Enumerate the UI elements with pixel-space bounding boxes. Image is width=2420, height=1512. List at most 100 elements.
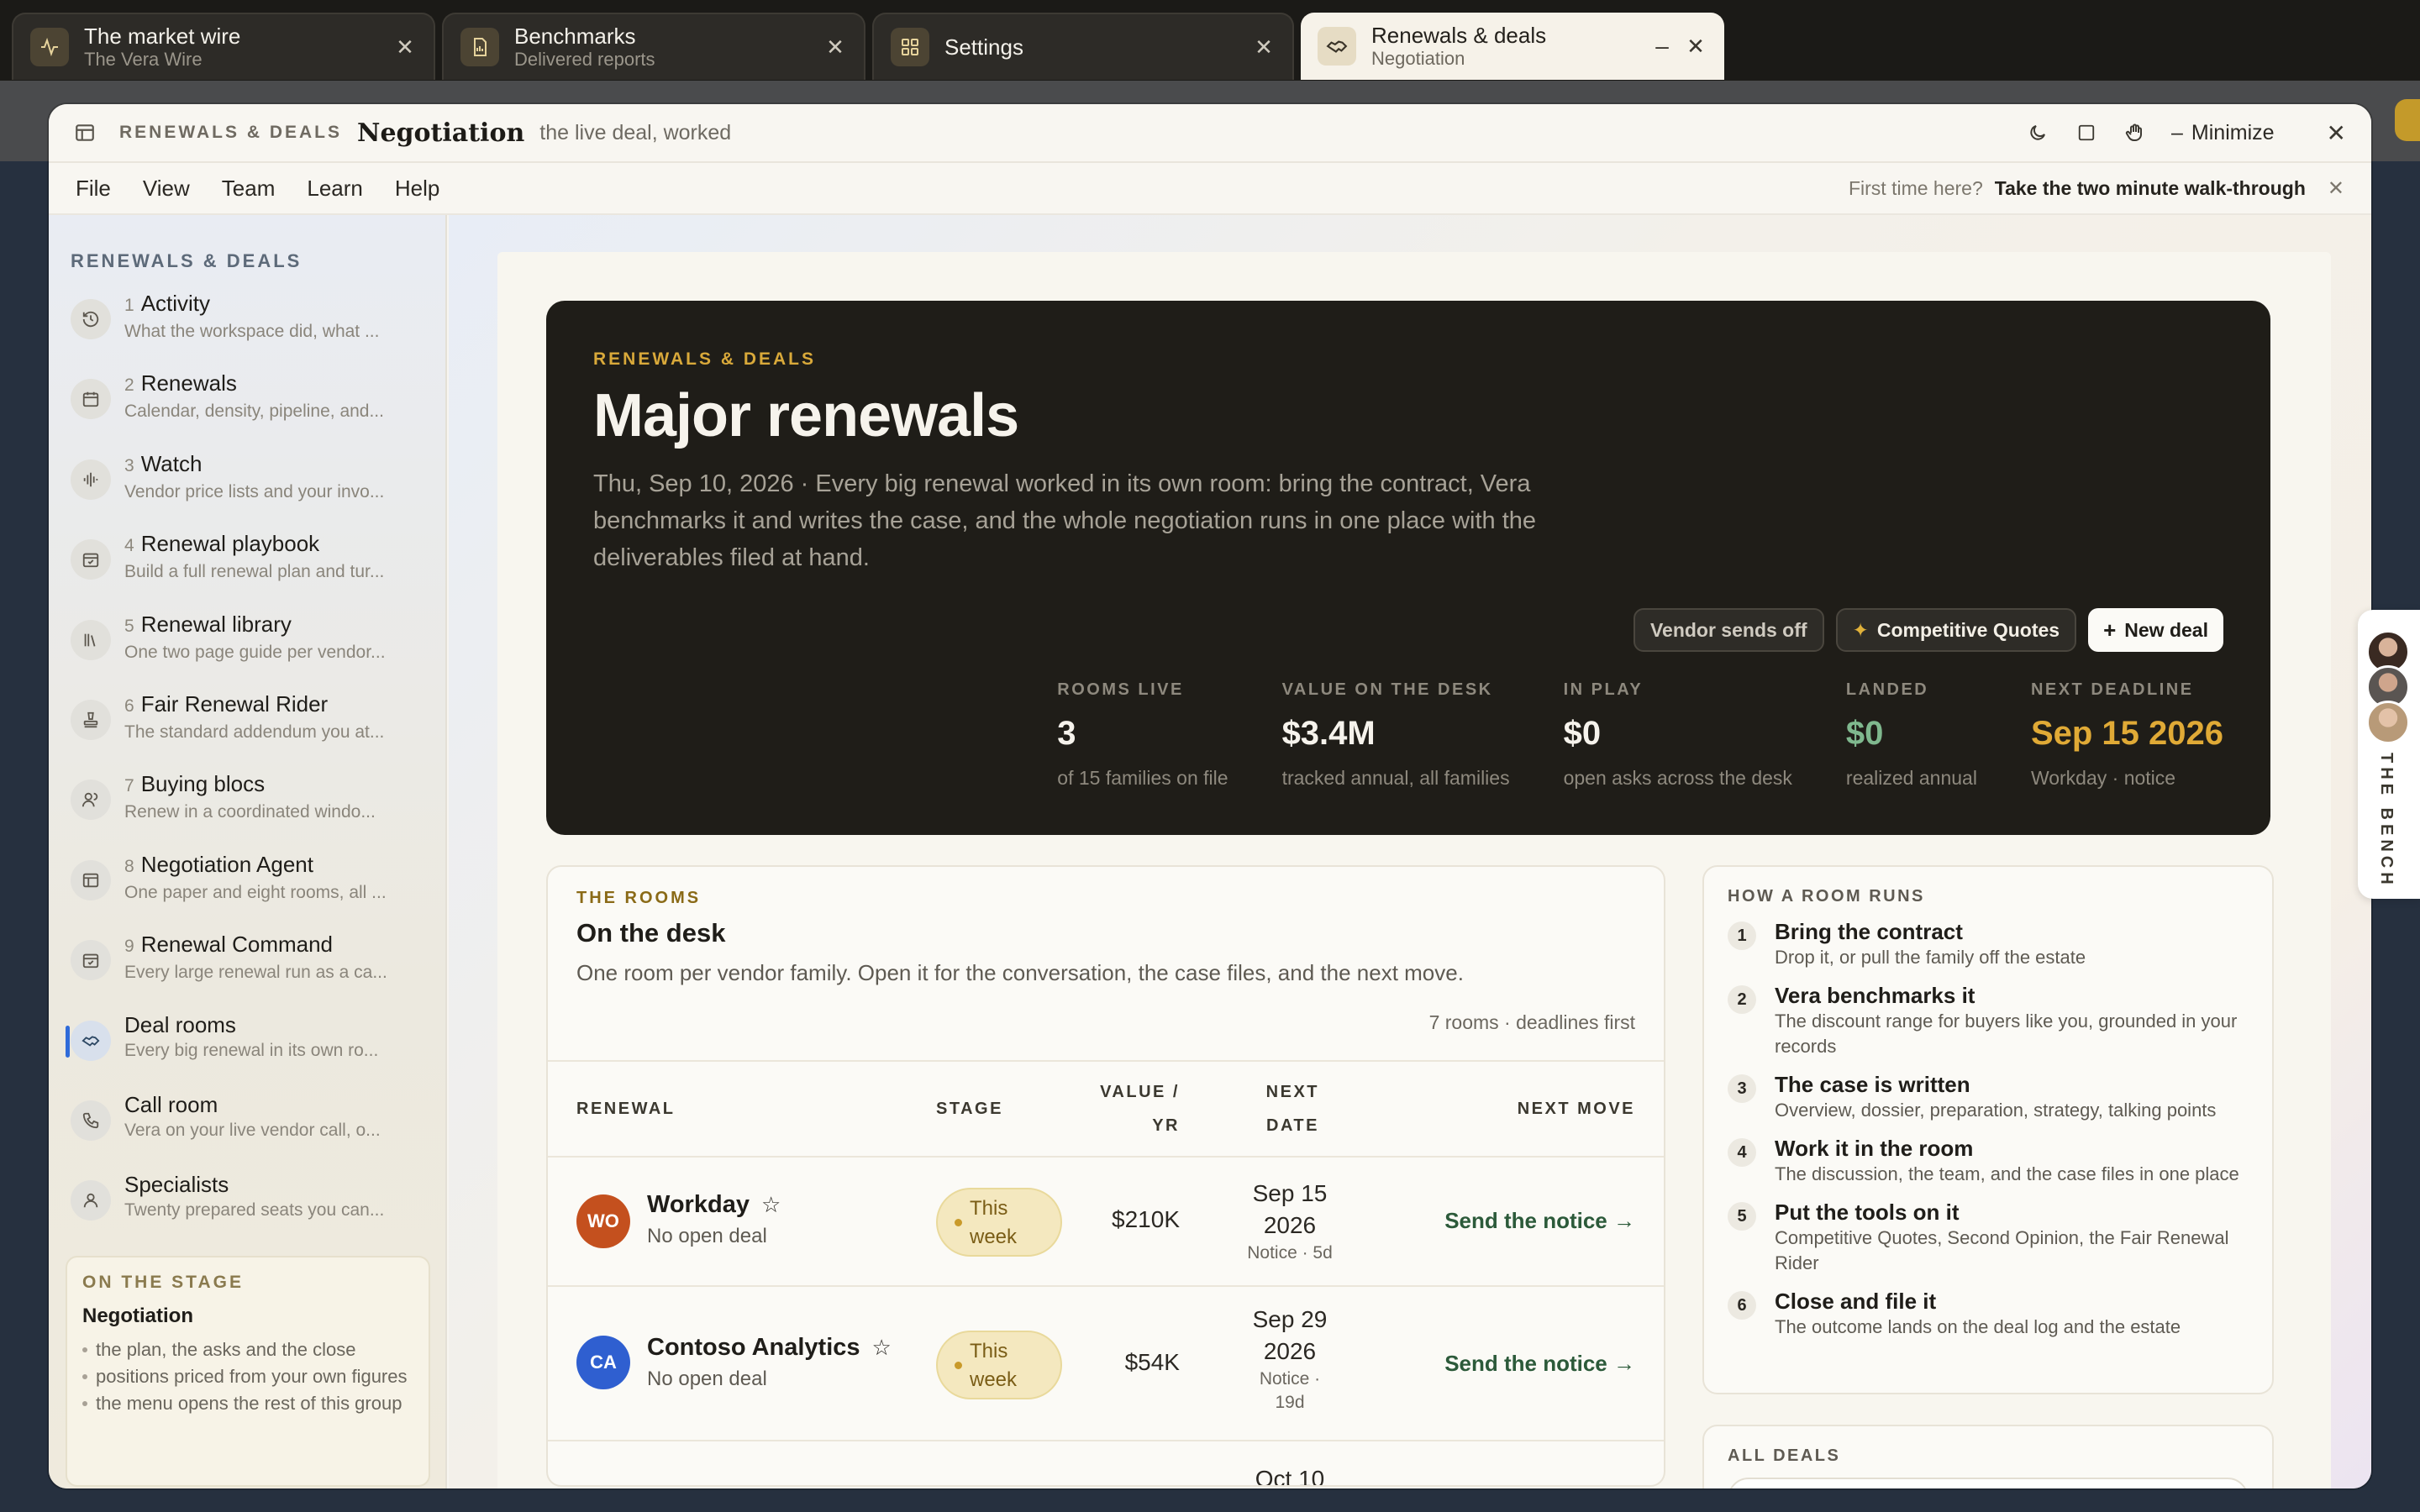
send-notice-link[interactable]: Send the notice → [1444,1208,1635,1234]
item-desc: Every big renewal in its own ro... [124,1040,379,1060]
vendor-status: No open deal [647,1225,767,1247]
new-deal-button[interactable]: + New deal [2088,608,2223,652]
on-the-stage-card: ON THE STAGE Negotiation the plan, the a… [66,1256,430,1487]
menu-team[interactable]: Team [222,176,276,202]
all-deals-eyebrow: ALL DEALS [1728,1446,1841,1465]
rooms-card: THE ROOMS On the desk One room per vendo… [546,865,1665,1487]
stat-value: Sep 15 2026 [2030,715,2223,752]
sidebar-item-renewals[interactable]: 2 Renewals Calendar, density, pipeline, an… [49,364,445,444]
sidebar-item-watch[interactable]: 3 Watch Vendor price lists and your invo..… [49,444,445,524]
menu-learn[interactable]: Learn [307,176,363,202]
stage-title: Negotiation [82,1305,193,1327]
walkthrough-link[interactable]: Take the two minute walk-through [1995,177,2306,200]
new-deal-label: New deal [2124,618,2208,641]
user-icon [71,1180,111,1221]
table-row[interactable]: CA Contoso Analytics ☆ No open deal This w… [548,1287,1664,1441]
date-line1: Sep 15 [1252,1180,1328,1206]
item-number: 2 [124,375,134,396]
next-date: Oct 10 [1255,1466,1325,1487]
stage-bullet: positions priced from your own figures [82,1363,413,1390]
stat-value: $3.4M [1281,715,1376,752]
vendor-sends-off-button[interactable]: Vendor sends off [1633,608,1824,652]
moon-icon[interactable] [2025,120,2050,145]
main-content: RENEWALS & DEALS Major renewals Thu, Sep… [449,215,2371,1488]
annual-value: $210K [1112,1206,1180,1232]
step-item: 3 The case is written Overview, dossier, p… [1728,1071,2249,1123]
column-value[interactable]: VALUE / YR [1100,1075,1180,1142]
sidebar-item-deal-rooms[interactable]: Deal rooms Every big renewal in its own r… [49,1005,445,1085]
table-row[interactable]: WO Workday ☆ No open deal This week $210K … [548,1158,1664,1287]
bench-label: THE BENCH [2377,753,2396,889]
step-number: 4 [1728,1138,1756,1167]
competitive-quotes-button[interactable]: ✦ Competitive Quotes [1835,608,2077,652]
tab-settings[interactable]: Settings ✕ [872,13,1294,80]
hand-icon[interactable] [2123,120,2148,145]
page-title: Major renewals [593,382,1019,449]
column-renewal[interactable]: RENEWAL [576,1092,676,1126]
tab-title: Benchmarks [514,24,636,49]
tab-market-wire[interactable]: The market wire The Vera Wire ✕ [12,13,435,80]
tab-title: The market wire [84,24,241,49]
table-row[interactable]: Oct 10 [548,1441,1664,1487]
annual-value: $54K [1124,1349,1180,1375]
stat-value: $0 [1845,715,1884,752]
sidebar-item-renewal-command[interactable]: 9 Renewal Command Every large renewal run … [49,925,445,1005]
item-desc: Vera on your live vendor call, o... [124,1120,381,1140]
specialist-avatar[interactable] [2366,701,2410,744]
sidebar-item-activity[interactable]: 1 Activity What the workspace did, what ..… [49,284,445,364]
hero-panel: RENEWALS & DEALS Major renewals Thu, Sep… [546,301,2270,835]
send-notice-link[interactable]: Send the notice → [1444,1351,1635,1377]
column-value-line2: YR [1152,1116,1180,1135]
stage-bullet: the plan, the asks and the close [82,1336,413,1363]
item-desc: Every large renewal run as a ca... [124,963,387,983]
maximize-icon[interactable] [2074,120,2099,145]
sidebar-item-buying-blocs[interactable]: 7 Buying blocs Renew in a coordinated wind… [49,764,445,844]
star-icon[interactable]: ☆ [761,1192,781,1217]
sidebar-item-renewal-playbook[interactable]: 4 Renewal playbook Build a full renewal pl… [49,524,445,604]
menu-help[interactable]: Help [395,176,439,202]
stat-sub: open asks across the desk [1563,767,1792,789]
rooms-title: On the desk [576,918,726,948]
tab-benchmarks[interactable]: Benchmarks Delivered reports ✕ [442,13,865,80]
layout-icon[interactable] [74,122,96,144]
sidebar-item-negotiation-agent[interactable]: 8 Negotiation Agent One paper and eight ro… [49,845,445,925]
column-next-date[interactable]: NEXT DATE [1266,1075,1319,1142]
close-window-icon[interactable]: ✕ [2327,119,2346,147]
item-desc: Twenty prepared seats you can... [124,1200,385,1221]
close-icon[interactable]: ✕ [1684,34,1707,60]
library-icon [71,619,111,660]
sidebar-item-call-room[interactable]: Call room Vera on your live vendor call, … [49,1085,445,1165]
stat-label: NEXT DEADLINE [2030,680,2194,699]
date-line2: 2026 [1263,1212,1317,1238]
star-icon[interactable]: ☆ [872,1335,892,1360]
close-icon[interactable]: ✕ [1252,34,1276,60]
step-desc: Overview, dossier, preparation, strategy… [1775,1100,2217,1121]
close-icon[interactable]: ✕ [823,34,847,60]
dismiss-icon[interactable]: ✕ [2328,176,2344,201]
close-icon[interactable]: ✕ [393,34,417,60]
column-value-line1: VALUE / [1100,1083,1180,1101]
menu-file[interactable]: File [76,176,111,202]
tab-renewals-deals[interactable]: Renewals & deals Negotiation – ✕ [1301,13,1724,80]
rooms-description: One room per vendor family. Open it for … [576,960,1464,985]
stat-sub: Workday · notice [2030,767,2176,789]
step-item: 6 Close and file it The outcome lands on t… [1728,1288,2249,1340]
sidebar-item-fair-renewal-rider[interactable]: 6 Fair Renewal Rider The standard addendum… [49,685,445,764]
column-stage[interactable]: STAGE [936,1092,1003,1126]
sidebar-item-specialists[interactable]: Specialists Twenty prepared seats you can… [49,1165,445,1245]
minimize-button[interactable]: – Minimize [2171,121,2275,145]
step-number: 5 [1728,1202,1756,1231]
item-title: Watch [140,450,203,476]
rooms-count: 7 rooms · deadlines first [1428,1011,1635,1033]
all-deals-search-input[interactable] [1728,1478,2249,1488]
column-date-line2: DATE [1266,1116,1319,1135]
item-title: Renewals [140,370,237,396]
next-date: Sep 29 2026 Notice · 19d [1218,1304,1361,1415]
menu-view[interactable]: View [143,176,190,202]
the-bench-panel[interactable]: THE BENCH [2358,610,2420,899]
item-desc: What the workspace did, what ... [124,322,380,341]
column-next-move[interactable]: NEXT MOVE [1518,1092,1635,1126]
minimize-icon[interactable]: – [1650,33,1674,60]
sidebar-item-renewal-library[interactable]: 5 Renewal library One two page guide per v… [49,605,445,685]
tab-subtitle: Delivered reports [514,49,655,70]
